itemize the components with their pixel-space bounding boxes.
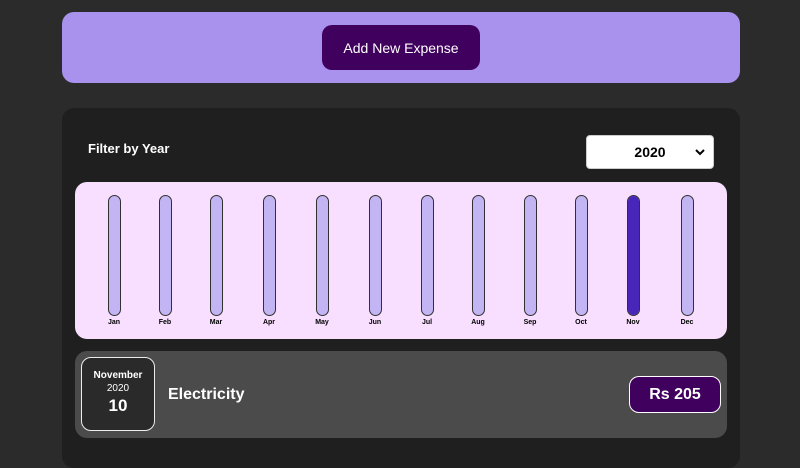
chart-bar-oct [575, 195, 588, 316]
chart-bar-label: Mar [209, 319, 223, 326]
chart-bar-jan [108, 195, 121, 316]
chart-bar-track [681, 195, 694, 316]
chart-bar-track [369, 195, 382, 316]
chevron-down-icon [695, 149, 705, 156]
chart-bar-jun [369, 195, 382, 316]
expense-date-month: November [93, 370, 143, 381]
chart-bar-nov [627, 195, 640, 316]
chart-bar-label: Jul [421, 319, 433, 326]
chart-bar-label: Dec [680, 319, 694, 326]
chart-bar-track [575, 195, 588, 316]
chart-bar-label: Nov [626, 319, 640, 326]
expense-date: November 2020 10 [81, 357, 155, 431]
chart-bar-fill [628, 196, 639, 315]
chart-bar-may [316, 195, 329, 316]
year-select-value: 2020 [634, 144, 666, 160]
filter-label: Filter by Year [88, 140, 170, 156]
expense-date-day: 10 [108, 396, 128, 415]
chart-bar-track [316, 195, 329, 316]
chart-bar-label: Sep [523, 319, 537, 326]
chart-bar-track [524, 195, 537, 316]
chart-bar-feb [159, 195, 172, 316]
expenses-filter: Filter by Year 2020 [88, 135, 714, 169]
expense-item: November 2020 10 Electricity Rs 205 [75, 351, 727, 438]
expenses-card: Filter by Year 2020 Jan Feb Mar Apr May Jun Ju… [62, 108, 740, 468]
chart-bar-label: Aug [471, 319, 485, 326]
chart-bar-track [263, 195, 276, 316]
chart-bar-label: Jun [368, 319, 382, 326]
add-new-expense-button[interactable]: Add New Expense [322, 25, 480, 70]
chart-bar-dec [681, 195, 694, 316]
expense-date-year: 2020 [106, 383, 130, 394]
chart-bar-label: Jan [107, 319, 121, 326]
new-expense-panel: Add New Expense [62, 12, 740, 83]
chart-bar-track [159, 195, 172, 316]
chart-bar-track [421, 195, 434, 316]
year-select[interactable]: 2020 [586, 135, 714, 169]
chart-bar-track [108, 195, 121, 316]
expenses-chart: Jan Feb Mar Apr May Jun Jul Aug Sep Oct Nov Dec [75, 182, 727, 339]
chart-bar-label: Feb [158, 319, 172, 326]
chart-bar-mar [210, 195, 223, 316]
chart-bar-apr [263, 195, 276, 316]
chart-bar-label: May [315, 319, 329, 326]
chart-bar-label: Oct [575, 319, 587, 326]
chart-bar-track [472, 195, 485, 316]
chart-bar-aug [472, 195, 485, 316]
chart-bar-sep [524, 195, 537, 316]
chart-bar-track [627, 195, 640, 316]
expense-amount: Rs 205 [629, 376, 721, 413]
expense-title: Electricity [168, 386, 245, 403]
chart-bar-jul [421, 195, 434, 316]
chart-bar-label: Apr [262, 319, 276, 326]
chart-bar-track [210, 195, 223, 316]
